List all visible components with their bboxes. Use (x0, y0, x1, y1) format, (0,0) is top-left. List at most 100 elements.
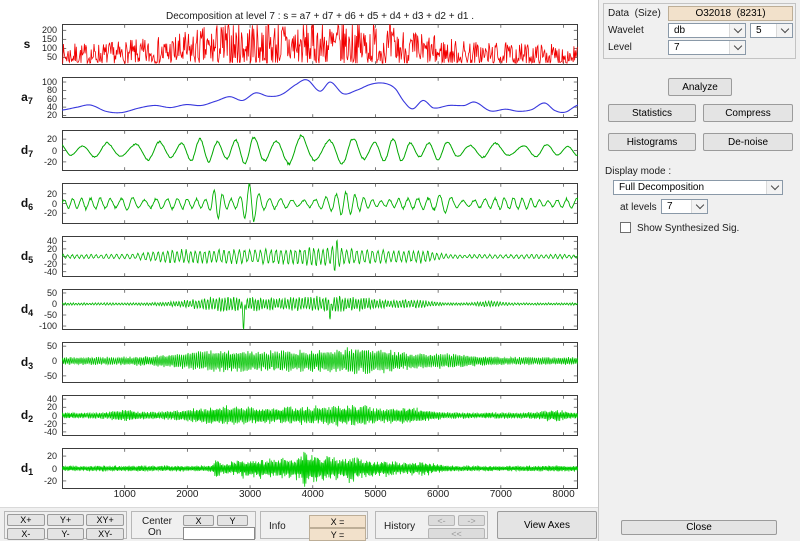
center-label: Center (142, 516, 172, 527)
x-tick-label: 4000 (302, 489, 324, 500)
show-synthesized-checkbox[interactable] (620, 222, 631, 233)
chevron-down-icon[interactable] (691, 200, 707, 213)
decomposition-title: Decomposition at level 7 : s = a7 + d7 +… (62, 11, 578, 22)
y-tick-label: -20 (0, 208, 57, 218)
y-tick-label: 20 (0, 451, 57, 461)
zoom-x-plus-button[interactable]: X+ (7, 514, 45, 526)
y-tick-label: 0 (0, 199, 57, 209)
plot-d1[interactable] (62, 448, 578, 489)
bottom-toolbar: X+ Y+ XY+ X- Y- XY- Center On X Y Info X… (0, 507, 598, 541)
zoom-xy-minus-button[interactable]: XY- (86, 528, 124, 540)
y-tick-label: -50 (0, 371, 57, 381)
y-tick-label: -40 (0, 267, 57, 277)
history-label: History (384, 521, 415, 532)
plot-s[interactable] (62, 24, 578, 65)
chevron-down-icon[interactable] (729, 24, 745, 37)
y-tick-label: 0 (0, 299, 57, 309)
history-all-button[interactable]: << (428, 528, 485, 539)
center-on-input[interactable] (183, 527, 255, 540)
waveform-d4 (62, 296, 578, 329)
y-tick-label: -20 (0, 157, 57, 167)
info-label: Info (269, 521, 286, 532)
x-tick-label: 2000 (176, 489, 198, 500)
wavelet-number-select[interactable]: 5 (750, 23, 793, 38)
x-tick-label: 5000 (364, 489, 386, 500)
waveform-d3 (62, 347, 578, 374)
view-axes-button[interactable]: View Axes (497, 511, 597, 539)
waveform-a7 (62, 80, 578, 113)
x-tick-label: 7000 (490, 489, 512, 500)
history-forward-button[interactable]: -> (458, 515, 485, 526)
show-synthesized-label: Show Synthesized Sig. (637, 223, 739, 234)
analyze-button[interactable]: Analyze (668, 78, 732, 96)
y-tick-label: -40 (0, 427, 57, 437)
at-levels-value: 7 (667, 201, 673, 212)
chevron-down-icon[interactable] (729, 41, 745, 54)
center-x-button[interactable]: X (183, 515, 214, 526)
y-tick-label: 20 (0, 134, 57, 144)
denoise-button[interactable]: De-noise (703, 133, 793, 151)
wavelet-family-select[interactable]: db (668, 23, 746, 38)
statistics-button[interactable]: Statistics (608, 104, 696, 122)
plot-d2[interactable] (62, 395, 578, 436)
close-button[interactable]: Close (621, 520, 777, 535)
waveform-d2 (62, 405, 578, 426)
histograms-button[interactable]: Histograms (608, 133, 696, 151)
data-size-label: Data (Size) (608, 8, 661, 19)
zoom-button-group: X+ Y+ XY+ X- Y- XY- (4, 511, 127, 539)
level-select[interactable]: 7 (668, 40, 746, 55)
y-tick-label: 0 (0, 146, 57, 156)
y-tick-label: -100 (0, 321, 57, 331)
waveform-s (62, 25, 578, 63)
y-tick-label: -20 (0, 476, 57, 486)
at-levels-label: at levels (620, 202, 657, 213)
chevron-down-icon[interactable] (766, 181, 782, 194)
compress-button[interactable]: Compress (703, 104, 793, 122)
y-tick-label: 20 (0, 110, 57, 120)
chevron-down-icon[interactable] (776, 24, 792, 37)
plot-d3[interactable] (62, 342, 578, 383)
at-levels-select[interactable]: 7 (661, 199, 708, 214)
y-tick-label: -50 (0, 310, 57, 320)
zoom-xy-plus-button[interactable]: XY+ (86, 514, 124, 526)
waveform-d7 (62, 135, 578, 165)
wavelet-label: Wavelet (608, 25, 644, 36)
y-tick-label: 50 (0, 288, 57, 298)
x-tick-label: 8000 (552, 489, 574, 500)
data-size-value: O32018 (8231) (668, 6, 793, 21)
zoom-y-plus-button[interactable]: Y+ (47, 514, 85, 526)
x-tick-label: 6000 (427, 489, 449, 500)
center-on-group: Center On X Y (131, 511, 256, 539)
display-mode-value: Full Decomposition (619, 182, 704, 193)
info-y-field: Y = (309, 528, 366, 541)
waveform-d6 (62, 184, 578, 222)
x-tick-label: 3000 (239, 489, 261, 500)
level-label: Level (608, 42, 632, 53)
zoom-y-minus-button[interactable]: Y- (47, 528, 85, 540)
decomposition-plot-area: Decomposition at level 7 : s = a7 + d7 +… (0, 0, 598, 507)
display-mode-select[interactable]: Full Decomposition (613, 180, 783, 195)
control-panel: Data (Size) O32018 (8231) Wavelet db 5 L… (599, 0, 800, 541)
waveform-d1 (62, 452, 578, 487)
display-mode-label: Display mode : (605, 166, 671, 177)
y-tick-label: 0 (0, 464, 57, 474)
zoom-x-minus-button[interactable]: X- (7, 528, 45, 540)
wavelet-number-value: 5 (756, 25, 762, 36)
wavelet-family-value: db (674, 25, 685, 36)
history-back-button[interactable]: <- (428, 515, 455, 526)
info-group: Info X = Y = (260, 511, 368, 539)
y-tick-label: 50 (0, 52, 57, 62)
level-value: 7 (674, 42, 680, 53)
plot-d6[interactable] (62, 183, 578, 224)
center-y-button[interactable]: Y (217, 515, 248, 526)
y-tick-label: 20 (0, 189, 57, 199)
plot-d5[interactable] (62, 236, 578, 277)
info-x-field: X = (309, 515, 366, 528)
on-label: On (148, 527, 161, 538)
waveform-d5 (62, 241, 578, 271)
wavelet-1d-window: Decomposition at level 7 : s = a7 + d7 +… (0, 0, 800, 541)
x-tick-label: 1000 (114, 489, 136, 500)
plot-d7[interactable] (62, 130, 578, 171)
plot-d4[interactable] (62, 289, 578, 330)
plot-a7[interactable] (62, 77, 578, 118)
